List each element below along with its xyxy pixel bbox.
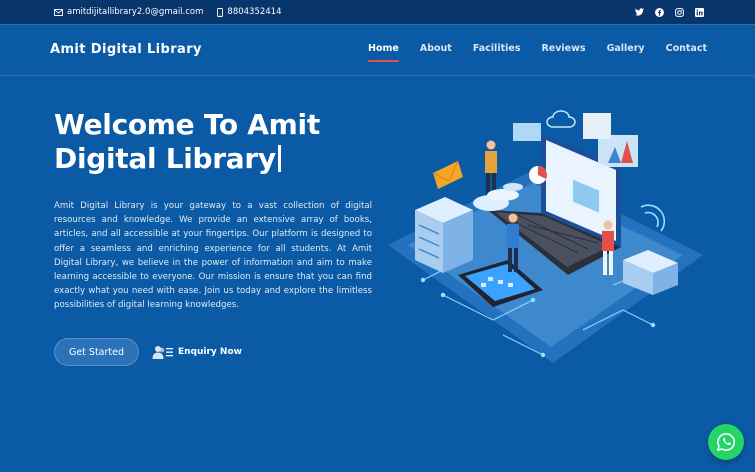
phone-contact[interactable]: 8804352414 — [217, 7, 282, 17]
main-navbar: Amit Digital Library Home About Faciliti… — [0, 24, 755, 76]
hero-title-line1: Welcome To Amit — [54, 108, 320, 141]
enquiry-now-label: Enquiry Now — [178, 347, 242, 357]
whatsapp-chat-button[interactable] — [708, 424, 744, 460]
facebook-icon[interactable] — [653, 6, 665, 18]
nav-item-home[interactable]: Home — [368, 43, 399, 62]
whatsapp-icon — [716, 433, 735, 452]
twitter-icon[interactable] — [633, 6, 645, 18]
nav-item-gallery[interactable]: Gallery — [607, 43, 645, 60]
users-list-icon — [152, 345, 173, 359]
brand-logo[interactable]: Amit Digital Library — [50, 42, 202, 57]
hero-title-line2: Digital Library — [54, 142, 276, 175]
contact-info: amitdijitallibrary2.0@gmail.com 88043524… — [54, 7, 296, 17]
enquiry-now-button[interactable]: Enquiry Now — [152, 343, 242, 361]
linkedin-icon[interactable] — [693, 6, 705, 18]
email-contact[interactable]: amitdijitallibrary2.0@gmail.com — [54, 7, 203, 17]
nav-item-facilities[interactable]: Facilities — [473, 43, 521, 60]
phone-icon — [217, 7, 224, 17]
typing-caret — [277, 145, 281, 172]
hero-title: Welcome To Amit Digital Library — [54, 108, 384, 176]
nav-item-contact[interactable]: Contact — [666, 43, 707, 60]
hero-description: Amit Digital Library is your gateway to … — [54, 201, 372, 311]
nav-item-about[interactable]: About — [420, 43, 452, 60]
social-links — [625, 6, 705, 18]
digital-library-illustration — [388, 110, 703, 363]
nav-menu: Home About Facilities Reviews Gallery Co… — [347, 43, 707, 62]
email-text: amitdijitallibrary2.0@gmail.com — [67, 7, 204, 17]
phone-text: 8804352414 — [227, 7, 282, 17]
envelope-icon — [54, 8, 63, 16]
instagram-icon[interactable] — [673, 6, 685, 18]
top-bar: amitdijitallibrary2.0@gmail.com 88043524… — [0, 0, 755, 24]
nav-item-reviews[interactable]: Reviews — [541, 43, 585, 60]
get-started-button[interactable]: Get Started — [54, 338, 139, 366]
